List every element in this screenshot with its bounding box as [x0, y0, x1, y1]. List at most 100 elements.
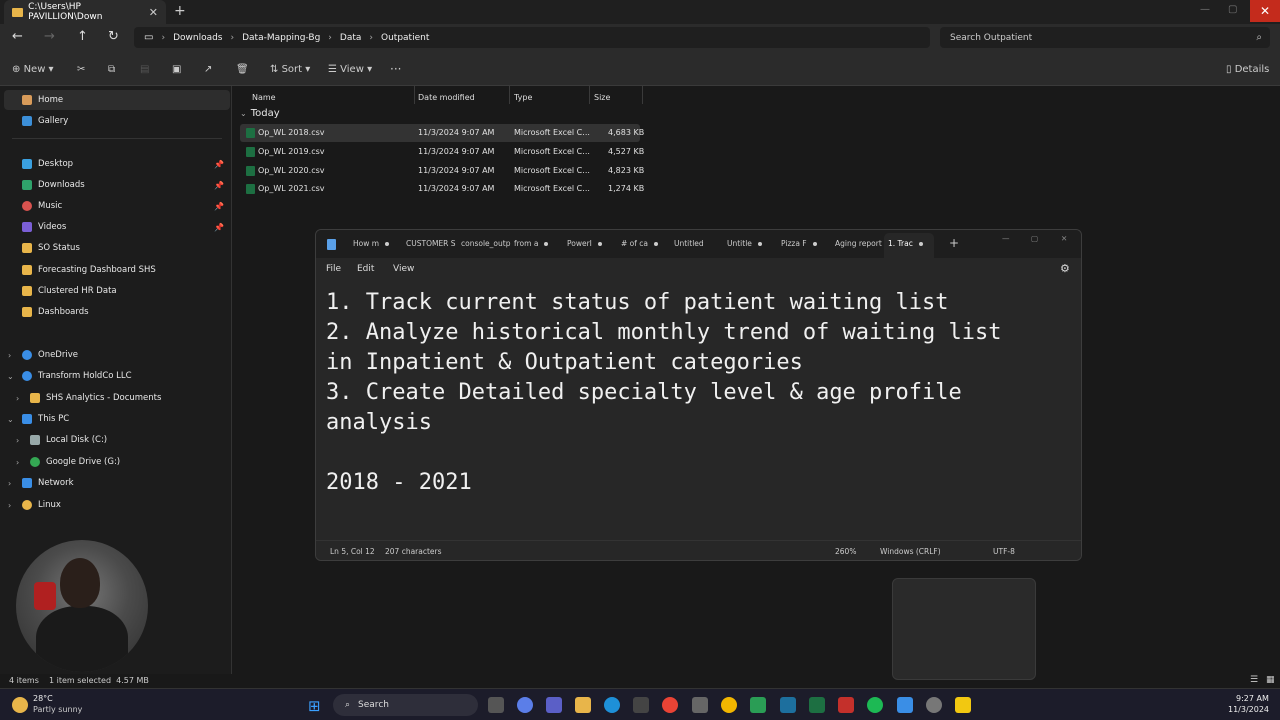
delete-icon[interactable]: 🗑 [236, 64, 249, 75]
breadcrumb-outpatient[interactable]: Outpatient [381, 33, 429, 43]
chevron-right-icon[interactable]: › [8, 501, 11, 510]
encoding[interactable]: UTF-8 [993, 547, 1015, 556]
start-button-icon[interactable]: ⊞ [308, 697, 321, 715]
store-icon[interactable] [633, 697, 649, 713]
forward-arrow-icon[interactable]: → [44, 29, 55, 44]
taskbar-search[interactable]: ⌕ Search [333, 694, 478, 716]
weather-sun-icon[interactable] [12, 697, 28, 713]
breadcrumb-data-mapping[interactable]: Data-Mapping-Bg [242, 33, 320, 43]
tiles-view-icon[interactable]: ▦ [1266, 675, 1275, 685]
copy-icon[interactable]: ⧉ [108, 64, 115, 75]
notepad-tab[interactable]: Aging report [835, 239, 882, 248]
settings-icon[interactable] [926, 697, 942, 713]
sidebar-item-videos[interactable]: Videos 📌 [0, 217, 230, 237]
sidebar-item-home[interactable]: Home [4, 90, 230, 110]
sidebar-item-so-status[interactable]: SO Status [0, 238, 230, 258]
chevron-right-icon[interactable]: › [8, 479, 11, 488]
window-close-button[interactable]: ✕ [1250, 0, 1280, 22]
chevron-down-icon[interactable]: ⌄ [7, 372, 14, 381]
sidebar-item-downloads[interactable]: Downloads 📌 [0, 175, 230, 195]
menu-view[interactable]: View [393, 264, 414, 274]
chrome-canary-icon[interactable] [721, 697, 737, 713]
notepad-tab[interactable]: console_outp [461, 239, 510, 248]
notepad-icon[interactable] [897, 697, 913, 713]
chevron-right-icon[interactable]: › [16, 458, 19, 467]
column-header-name[interactable]: Name [252, 93, 276, 102]
sidebar-item-clustered-hr[interactable]: Clustered HR Data [0, 281, 230, 301]
youtube-icon[interactable] [838, 697, 854, 713]
sidebar-item-local-disk[interactable]: › Local Disk (C:) [0, 430, 230, 450]
share-icon[interactable]: ↗ [204, 64, 212, 75]
notepad-tab[interactable]: Untitle [727, 239, 762, 248]
column-header-size[interactable]: Size [594, 93, 610, 102]
sidebar-item-onedrive[interactable]: › OneDrive [0, 345, 230, 365]
sidebar-item-dashboards[interactable]: Dashboards [0, 302, 230, 322]
vscode-icon[interactable] [780, 697, 796, 713]
view-button[interactable]: ☰ View ▾ [328, 64, 372, 75]
notepad-tab[interactable]: # of ca [621, 239, 659, 248]
refresh-icon[interactable]: ↻ [108, 29, 119, 44]
menu-file[interactable]: File [326, 264, 341, 274]
task-view-icon[interactable] [488, 697, 504, 713]
notepad-text-area[interactable]: 1. Track current status of patient waiti… [326, 288, 1071, 498]
excel-icon[interactable] [809, 697, 825, 713]
maximize-button[interactable]: ▢ [1228, 4, 1237, 15]
up-arrow-icon[interactable]: ↑ [77, 29, 88, 44]
column-header-type[interactable]: Type [514, 93, 532, 102]
file-row[interactable]: Op_WL 2020.csv 11/3/2024 9:07 AM Microso… [240, 162, 644, 180]
cut-icon[interactable]: ✂ [77, 64, 85, 75]
clock-date[interactable]: 11/3/2024 [1228, 705, 1269, 714]
notepad-tab[interactable]: CUSTOMER S [406, 239, 456, 248]
minimize-button[interactable]: — [1200, 4, 1210, 15]
sidebar-item-linux[interactable]: › Linux [0, 495, 230, 515]
menu-edit[interactable]: Edit [357, 264, 374, 274]
new-tab-button[interactable]: + [174, 3, 186, 19]
notepad-tab[interactable]: Pizza F [781, 239, 817, 248]
spotify-icon[interactable] [867, 697, 883, 713]
details-pane-button[interactable]: ▯ Details [1226, 64, 1269, 75]
maximize-button[interactable]: ▢ [1031, 234, 1038, 243]
sidebar-item-network[interactable]: › Network [0, 473, 230, 493]
file-row[interactable]: Op_WL 2018.csv 11/3/2024 9:07 AM Microso… [240, 124, 644, 142]
file-row[interactable]: Op_WL 2021.csv 11/3/2024 9:07 AM Microso… [240, 180, 644, 198]
explorer-tab[interactable]: C:\Users\HP PAVILLION\Down ✕ [4, 0, 166, 24]
column-header-date[interactable]: Date modified [418, 93, 475, 102]
notepad-tab[interactable]: Untitled [674, 239, 704, 248]
chevron-right-icon[interactable]: › [8, 351, 11, 360]
minimize-button[interactable]: — [1002, 234, 1010, 243]
app-icon[interactable] [750, 697, 766, 713]
close-button[interactable]: ✕ [1061, 234, 1067, 243]
power-bi-icon[interactable] [955, 697, 971, 713]
sidebar-item-music[interactable]: Music 📌 [0, 196, 230, 216]
sidebar-item-transform[interactable]: ⌄ Transform HoldCo LLC [0, 366, 230, 386]
notepad-tab[interactable]: PowerI [567, 239, 602, 248]
breadcrumb-downloads[interactable]: Downloads [173, 33, 222, 43]
notepad-tab[interactable]: from a [514, 239, 549, 248]
sort-button[interactable]: ⇅ Sort ▾ [270, 64, 310, 75]
new-button[interactable]: ⊕ New ▾ [12, 64, 54, 75]
more-options-button[interactable]: ··· [390, 62, 401, 76]
close-tab-icon[interactable]: ✕ [149, 6, 158, 19]
zoom-level[interactable]: 260% [835, 547, 856, 556]
search-input[interactable]: Search Outpatient ⌕ [940, 27, 1270, 48]
sidebar-item-google-drive[interactable]: › Google Drive (G:) [0, 452, 230, 472]
teams-icon[interactable] [546, 697, 562, 713]
chrome-icon[interactable] [662, 697, 678, 713]
sidebar-item-this-pc[interactable]: ⌄ This PC [0, 409, 230, 429]
paste-icon[interactable]: ▤ [140, 64, 149, 75]
back-arrow-icon[interactable]: ← [12, 29, 23, 44]
chevron-right-icon[interactable]: › [16, 436, 19, 445]
line-ending[interactable]: Windows (CRLF) [880, 547, 941, 556]
new-tab-button[interactable]: + [949, 236, 959, 250]
chevron-down-icon[interactable]: ⌄ [7, 415, 14, 424]
weather-description[interactable]: Partly sunny [33, 705, 82, 714]
sidebar-item-gallery[interactable]: Gallery [0, 111, 230, 131]
notepad-tab[interactable]: How m [353, 239, 390, 248]
sidebar-item-shs[interactable]: › SHS Analytics - Documents [0, 388, 230, 408]
settings-gear-icon[interactable]: ⚙ [1060, 262, 1070, 275]
address-bar[interactable]: ▭ › Downloads › Data-Mapping-Bg › Data ›… [134, 27, 930, 48]
file-row[interactable]: Op_WL 2019.csv 11/3/2024 9:07 AM Microso… [240, 143, 644, 161]
chevron-right-icon[interactable]: › [16, 394, 19, 403]
details-view-icon[interactable]: ☰ [1250, 675, 1258, 685]
edge-icon[interactable] [604, 697, 620, 713]
